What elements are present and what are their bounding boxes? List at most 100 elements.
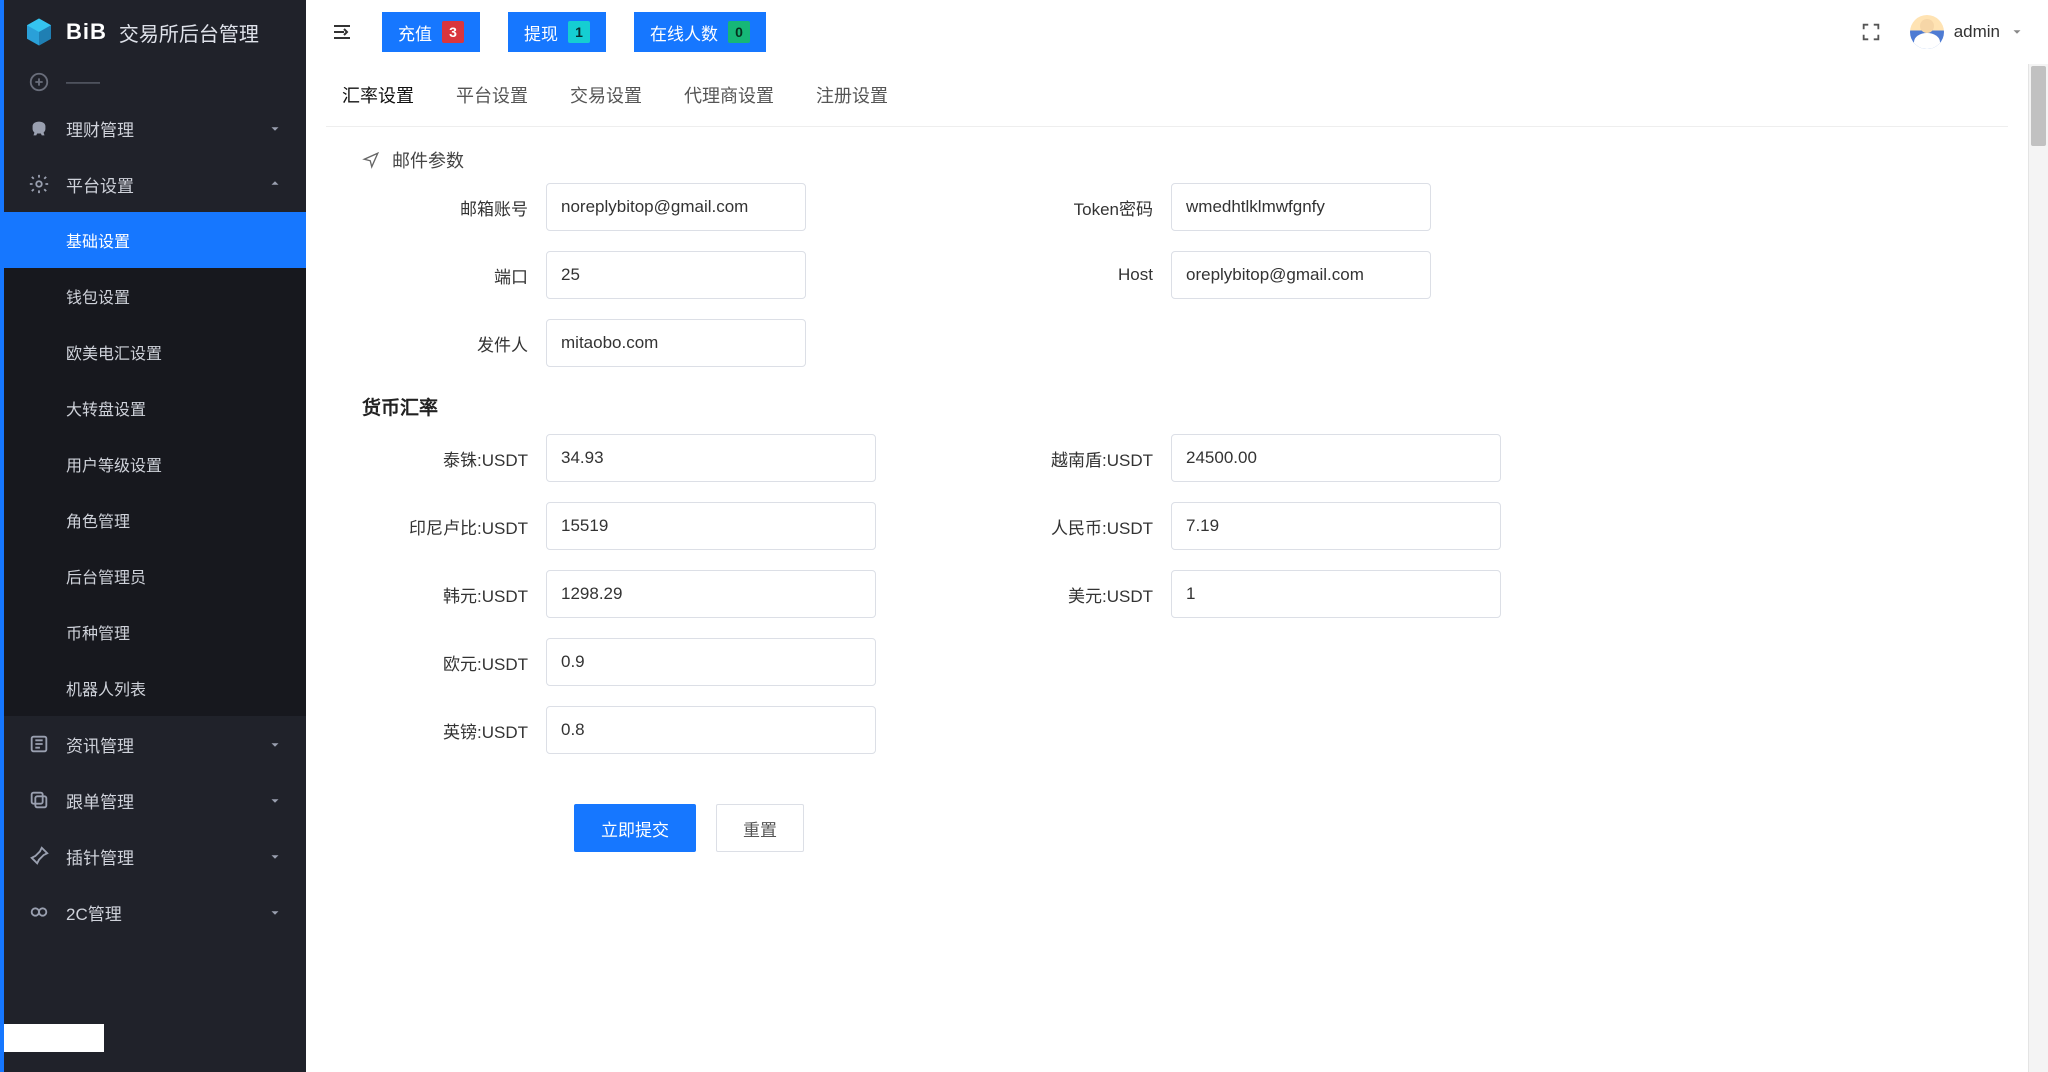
mail-email-input[interactable] (546, 183, 806, 231)
sidebar-item-label: 插针管理 (66, 844, 134, 869)
mail-legend: 邮件参数 (326, 127, 2008, 183)
submenu-label: 币种管理 (66, 620, 130, 644)
tab-platform[interactable]: 平台设置 (456, 82, 528, 126)
rate-usd-input[interactable] (1171, 570, 1501, 618)
mail-legend-text: 邮件参数 (392, 147, 464, 173)
mail-port-label: 端口 (336, 263, 546, 288)
mail-token-input[interactable] (1171, 183, 1431, 231)
gear-icon (28, 173, 50, 195)
top-header: 充值 3 提现 1 在线人数 0 admin (306, 0, 2048, 64)
mail-port-item: 端口 (336, 251, 901, 299)
rate-eur-input[interactable] (546, 638, 876, 686)
mail-form: 邮箱账号 Token密码 端口 Host (326, 183, 1526, 367)
rate-thb-label: 泰铢:USDT (336, 446, 546, 471)
mail-sender-item: 发件人 (336, 319, 901, 367)
mail-token-label: Token密码 (961, 195, 1171, 220)
mail-host-label: Host (961, 265, 1171, 285)
submit-button[interactable]: 立即提交 (574, 804, 696, 852)
withdraw-button[interactable]: 提现 1 (508, 12, 606, 52)
rate-eur-label: 欧元:USDT (336, 650, 546, 675)
fullscreen-icon[interactable] (1860, 21, 1882, 43)
mail-token-item: Token密码 (961, 183, 1526, 231)
plus-circle-icon (28, 71, 50, 93)
scrollbar-track[interactable] (2028, 64, 2048, 1072)
scrollbar-thumb[interactable] (2031, 66, 2046, 146)
chevron-down-icon (268, 849, 282, 863)
reset-button[interactable]: 重置 (716, 804, 804, 852)
withdraw-label: 提现 (524, 20, 558, 45)
rate-gbp-input[interactable] (546, 706, 876, 754)
submenu-item-roles[interactable]: 角色管理 (4, 492, 306, 548)
submenu-item-admins[interactable]: 后台管理员 (4, 548, 306, 604)
rate-usd-label: 美元:USDT (961, 582, 1171, 607)
sidebar-item-label: 理财管理 (66, 116, 134, 141)
tab-label: 汇率设置 (342, 86, 414, 106)
rate-krw-item: 韩元:USDT (336, 570, 901, 618)
rate-usd-item: 美元:USDT (961, 570, 1526, 618)
recharge-count: 3 (442, 21, 464, 43)
online-count: 0 (728, 21, 750, 43)
copy-icon (28, 789, 50, 811)
rate-idr-input[interactable] (546, 502, 876, 550)
submenu-label: 用户等级设置 (66, 452, 162, 476)
chevron-down-icon (268, 793, 282, 807)
sidebar-item-news[interactable]: 资讯管理 (4, 716, 306, 772)
submenu-item-basic[interactable]: 基础设置 (4, 212, 306, 268)
recharge-label: 充值 (398, 20, 432, 45)
rate-krw-input[interactable] (546, 570, 876, 618)
submenu-item-robots[interactable]: 机器人列表 (4, 660, 306, 716)
paper-plane-icon (362, 151, 380, 169)
withdraw-count: 1 (568, 21, 590, 43)
submenu-item-coins[interactable]: 币种管理 (4, 604, 306, 660)
rate-idr-item: 印尼卢比:USDT (336, 502, 901, 550)
tab-label: 平台设置 (456, 86, 528, 106)
sidebar-item-spike[interactable]: 插针管理 (4, 828, 306, 884)
mail-port-input[interactable] (546, 251, 806, 299)
tab-rate[interactable]: 汇率设置 (342, 82, 414, 126)
mail-host-input[interactable] (1171, 251, 1431, 299)
submenu-label: 大转盘设置 (66, 396, 146, 420)
recharge-button[interactable]: 充值 3 (382, 12, 480, 52)
submenu-label: 角色管理 (66, 508, 130, 532)
sidebar-item-finance[interactable]: 理财管理 (4, 100, 306, 156)
tab-agent[interactable]: 代理商设置 (684, 82, 774, 126)
sidebar-item-partial[interactable]: —— (4, 64, 306, 100)
rate-thb-input[interactable] (546, 434, 876, 482)
rate-gbp-label: 英镑:USDT (336, 718, 546, 743)
rate-cny-input[interactable] (1171, 502, 1501, 550)
sidebar-item-copytrade[interactable]: 跟单管理 (4, 772, 306, 828)
tab-label: 代理商设置 (684, 86, 774, 106)
avatar (1910, 15, 1944, 49)
rate-vnd-input[interactable] (1171, 434, 1501, 482)
user-menu[interactable]: admin (1910, 15, 2024, 49)
submenu-label: 机器人列表 (66, 676, 146, 700)
c2c-icon (28, 901, 50, 923)
content-wrap: 汇率设置 平台设置 交易设置 代理商设置 注册设置 邮件参数 邮箱账号 (306, 64, 2048, 1072)
menu-toggle-icon[interactable] (330, 20, 354, 44)
sidebar-item-label: 2C管理 (66, 900, 122, 925)
tab-trade[interactable]: 交易设置 (570, 82, 642, 126)
sidebar-item-label: 跟单管理 (66, 788, 134, 813)
tab-register[interactable]: 注册设置 (816, 82, 888, 126)
sidebar: BiB 交易所后台管理 —— 理财管理 平台设置 基础设置 钱包设 (0, 0, 306, 1072)
brand-subtitle: 交易所后台管理 (119, 18, 259, 47)
rate-gbp-item: 英镑:USDT (336, 706, 901, 754)
sidebar-item-platform[interactable]: 平台设置 (4, 156, 306, 212)
mail-host-item: Host (961, 251, 1526, 299)
news-icon (28, 733, 50, 755)
form-actions: 立即提交 重置 (326, 754, 2008, 882)
submenu-item-wallet[interactable]: 钱包设置 (4, 268, 306, 324)
submenu-item-userlevel[interactable]: 用户等级设置 (4, 436, 306, 492)
rate-vnd-label: 越南盾:USDT (961, 446, 1171, 471)
submenu-label: 钱包设置 (66, 284, 130, 308)
online-button[interactable]: 在线人数 0 (634, 12, 766, 52)
rate-thb-item: 泰铢:USDT (336, 434, 901, 482)
brand-block: BiB 交易所后台管理 (4, 0, 306, 64)
rate-eur-item: 欧元:USDT (336, 638, 901, 686)
submenu-item-wire[interactable]: 欧美电汇设置 (4, 324, 306, 380)
submenu-item-wheel[interactable]: 大转盘设置 (4, 380, 306, 436)
mail-sender-input[interactable] (546, 319, 806, 367)
content-scroll[interactable]: 汇率设置 平台设置 交易设置 代理商设置 注册设置 邮件参数 邮箱账号 (306, 64, 2028, 1072)
sidebar-item-c2c[interactable]: 2C管理 (4, 884, 306, 940)
rate-cny-item: 人民币:USDT (961, 502, 1526, 550)
